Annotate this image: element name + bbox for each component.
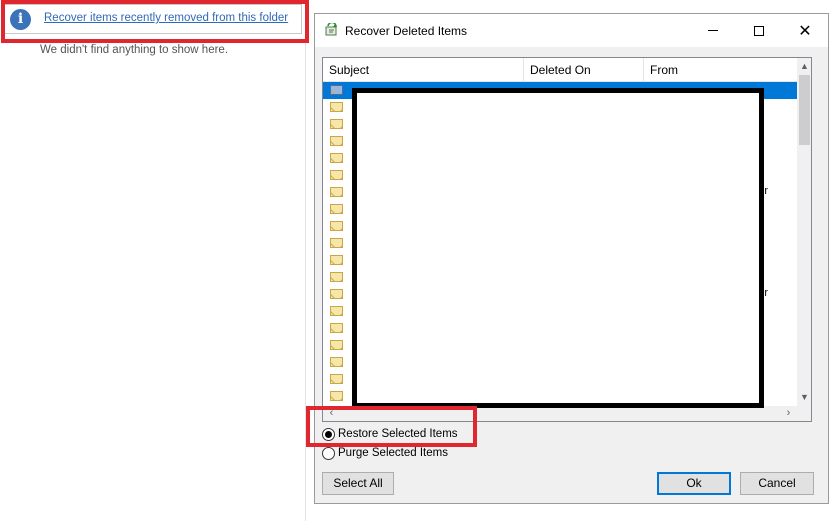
scroll-down-icon[interactable]: ▼ [797, 389, 811, 406]
restore-radio[interactable] [322, 427, 335, 441]
envelope-icon [330, 204, 343, 214]
maximize-button[interactable] [736, 14, 782, 47]
envelope-icon [330, 357, 343, 367]
envelope-icon [330, 153, 343, 163]
restore-option[interactable]: Restore Selected Items [322, 426, 458, 442]
scroll-left-icon[interactable]: ‹ [323, 406, 340, 421]
vertical-scrollbar[interactable]: ▲ ▼ [797, 58, 811, 406]
envelope-icon [330, 391, 343, 401]
envelope-icon [330, 289, 343, 299]
purge-label: Purge Selected Items [338, 447, 448, 459]
ok-button[interactable]: Ok [657, 472, 731, 495]
recover-deleted-items-dialog: Recover Deleted Items ✕ Subject Deleted … [314, 13, 829, 504]
minimize-icon [708, 30, 718, 31]
column-header-subject[interactable]: Subject [323, 58, 524, 82]
recover-icon [325, 23, 337, 36]
envelope-icon [330, 306, 343, 316]
info-icon: i [10, 9, 31, 30]
cancel-button[interactable]: Cancel [740, 472, 814, 495]
list-header: Subject Deleted On From [323, 58, 797, 82]
scroll-right-icon[interactable]: › [780, 406, 797, 421]
envelope-icon [330, 221, 343, 231]
close-icon: ✕ [798, 21, 812, 40]
purge-option[interactable]: Purge Selected Items [322, 445, 448, 461]
column-header-from[interactable]: From [644, 58, 797, 82]
deleted-items-list[interactable]: Subject Deleted On From eamenterenter ▲ … [322, 57, 812, 422]
purge-radio[interactable] [322, 446, 335, 460]
redaction-box [352, 88, 764, 408]
envelope-icon [330, 272, 343, 282]
envelope-icon [330, 255, 343, 265]
envelope-icon [330, 136, 343, 146]
horizontal-scrollbar[interactable]: ‹ › [323, 406, 797, 421]
envelope-icon [330, 187, 343, 197]
envelope-icon [330, 102, 343, 112]
scroll-corner [797, 406, 811, 421]
contact-icon [330, 85, 343, 95]
envelope-icon [330, 170, 343, 180]
folder-pane: i Recover items recently removed from th… [0, 0, 306, 521]
close-button[interactable]: ✕ [782, 14, 828, 47]
restore-label: Restore Selected Items [338, 428, 458, 440]
envelope-icon [330, 374, 343, 384]
empty-message: We didn't find anything to show here. [40, 44, 229, 56]
info-banner: i Recover items recently removed from th… [4, 4, 302, 34]
scroll-up-icon[interactable]: ▲ [797, 58, 811, 75]
envelope-icon [330, 340, 343, 350]
select-all-button[interactable]: Select All [322, 472, 394, 495]
dialog-titlebar[interactable]: Recover Deleted Items ✕ [315, 14, 828, 47]
column-header-deleted-on[interactable]: Deleted On [524, 58, 644, 82]
screen: i Recover items recently removed from th… [0, 0, 836, 521]
recover-items-link[interactable]: Recover items recently removed from this… [44, 12, 288, 24]
envelope-icon [330, 119, 343, 129]
maximize-icon [754, 25, 764, 36]
envelope-icon [330, 238, 343, 248]
scroll-thumb[interactable] [799, 75, 810, 145]
minimize-button[interactable] [690, 14, 736, 47]
dialog-title: Recover Deleted Items [345, 24, 468, 38]
envelope-icon [330, 323, 343, 333]
